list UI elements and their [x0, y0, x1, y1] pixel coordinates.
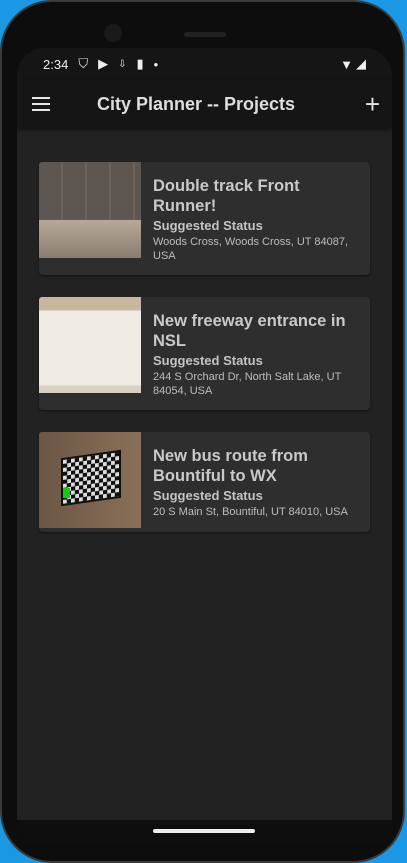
home-gesture-handle[interactable] [153, 829, 255, 833]
project-card[interactable]: New freeway entrance in NSL Suggested St… [39, 297, 370, 410]
signal-icon: ◢ [356, 56, 366, 71]
project-card[interactable]: Double track Front Runner! Suggested Sta… [39, 162, 370, 275]
speaker [184, 32, 226, 37]
status-bar: 2:34 ⛉ ▶ ⇩ ▮ • ▼ ◢ [17, 48, 392, 80]
hamburger-icon[interactable] [32, 97, 50, 111]
status-time: 2:34 [43, 56, 69, 72]
sd-card-icon: ▮ [136, 56, 144, 71]
plus-icon[interactable]: + [365, 89, 380, 120]
project-title: New freeway entrance in NSL [153, 312, 346, 350]
project-title: New bus route from Bountiful to WX [153, 447, 308, 485]
project-image [39, 297, 141, 393]
dot-icon: • [153, 56, 159, 72]
project-status: Suggested Status [153, 488, 263, 503]
camera [104, 24, 122, 42]
project-address: 20 S Main St, Bountiful, UT 84010, USA [153, 506, 348, 518]
page-title: City Planner -- Projects [97, 93, 296, 114]
app-bar: City Planner -- Projects + [17, 80, 392, 128]
shield-icon: ⛉ [78, 56, 89, 71]
navigation-bar [17, 820, 392, 844]
project-address: Woods Cross, Woods Cross, UT 84087, USA [153, 236, 349, 262]
phone-frame: 2:34 ⛉ ▶ ⇩ ▮ • ▼ ◢ City Planner -- Projec… [0, 0, 405, 863]
project-address: 244 S Orchard Dr, North Salt Lake, UT 84… [153, 371, 342, 397]
project-list: Double track Front Runner! Suggested Sta… [17, 128, 392, 532]
project-image [39, 162, 141, 258]
screen: 2:34 ⛉ ▶ ⇩ ▮ • ▼ ◢ City Planner -- Projec… [17, 48, 392, 844]
play-protect-icon: ▶ [98, 56, 109, 71]
project-image [39, 432, 141, 528]
project-card[interactable]: New bus route from Bountiful to WX Sugge… [39, 432, 370, 532]
project-status: Suggested Status [153, 353, 263, 368]
project-status: Suggested Status [153, 218, 263, 233]
project-title: Double track Front Runner! [153, 177, 300, 215]
download-icon: ⇩ [118, 58, 127, 70]
wifi-icon: ▼ [340, 56, 353, 72]
